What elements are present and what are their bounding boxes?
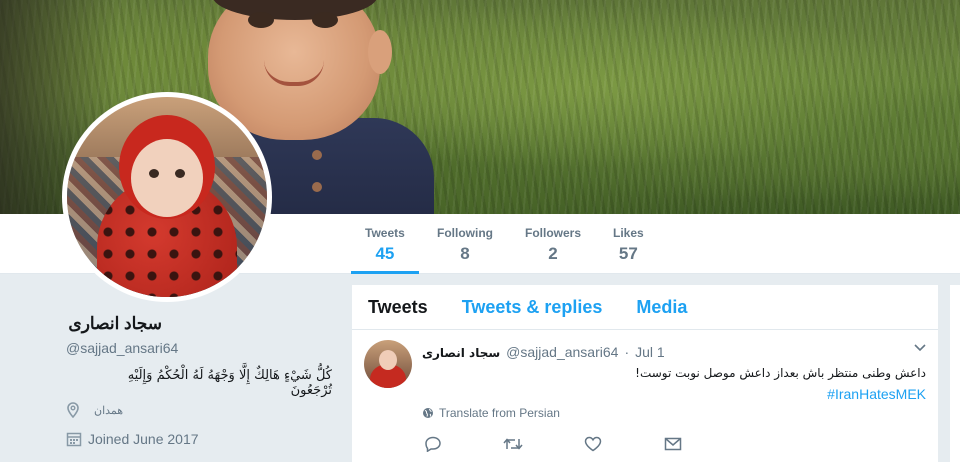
stat-likes[interactable]: Likes 57 [613,226,644,264]
retweet-icon[interactable] [503,437,523,451]
stat-label: Tweets [365,226,405,240]
tweet-author-handle[interactable]: @sajjad_ansari64 [506,344,618,360]
tweet-date[interactable]: Jul 1 [635,344,665,360]
tweet-hashtag[interactable]: #IranHatesMEK [827,386,926,402]
stat-label: Likes [613,226,644,240]
tweet-avatar[interactable] [364,340,412,388]
stat-value: 57 [618,244,638,263]
profile-location: همدان [66,402,123,418]
tweet-text: داعش وطنی منتظر باش بعداز داعش موصل نوبت… [635,366,926,380]
stat-following[interactable]: Following 8 [437,226,493,264]
tweet-separator: · [624,344,630,360]
joined-text: Joined June 2017 [88,431,199,447]
location-pin-icon [67,402,79,418]
stat-value: 45 [375,244,395,263]
stat-value: 8 [460,244,470,263]
calendar-icon [66,432,82,447]
profile-avatar[interactable] [62,92,272,302]
location-text: همدان [94,404,124,417]
stat-followers[interactable]: Followers 2 [525,226,581,264]
chevron-down-icon[interactable] [914,344,926,352]
tab-media[interactable]: Media [636,297,687,318]
side-panel-edge [950,285,960,462]
tab-tweets-replies[interactable]: Tweets & replies [462,297,603,318]
translate-text: Translate from Persian [439,406,560,420]
globe-icon [423,408,433,418]
translate-link[interactable]: Translate from Persian [422,406,560,420]
envelope-icon[interactable] [664,437,682,451]
stat-value: 2 [548,244,558,263]
stat-label: Followers [525,226,582,240]
tweet-header: سجاد انصاری @sajjad_ansari64 · Jul 1 [422,344,665,360]
profile-name[interactable]: سجاد انصاری [68,314,162,334]
profile-bio: كُلُّ شَيْءٍ هَالِكٌ إِلَّا وَجْهَهُ لَه… [127,368,332,398]
profile-handle[interactable]: @sajjad_ansari64 [66,340,178,356]
stat-label: Following [437,226,493,240]
timeline-tabs: Tweets Tweets & replies Media [352,285,938,330]
tab-tweets[interactable]: Tweets [368,297,428,318]
profile-joined: Joined June 2017 [66,431,199,447]
reply-icon[interactable] [424,436,442,452]
stat-tweets[interactable]: Tweets 45 [351,226,419,274]
tweet-author-name[interactable]: سجاد انصاری [422,346,500,360]
heart-icon[interactable] [584,436,602,452]
